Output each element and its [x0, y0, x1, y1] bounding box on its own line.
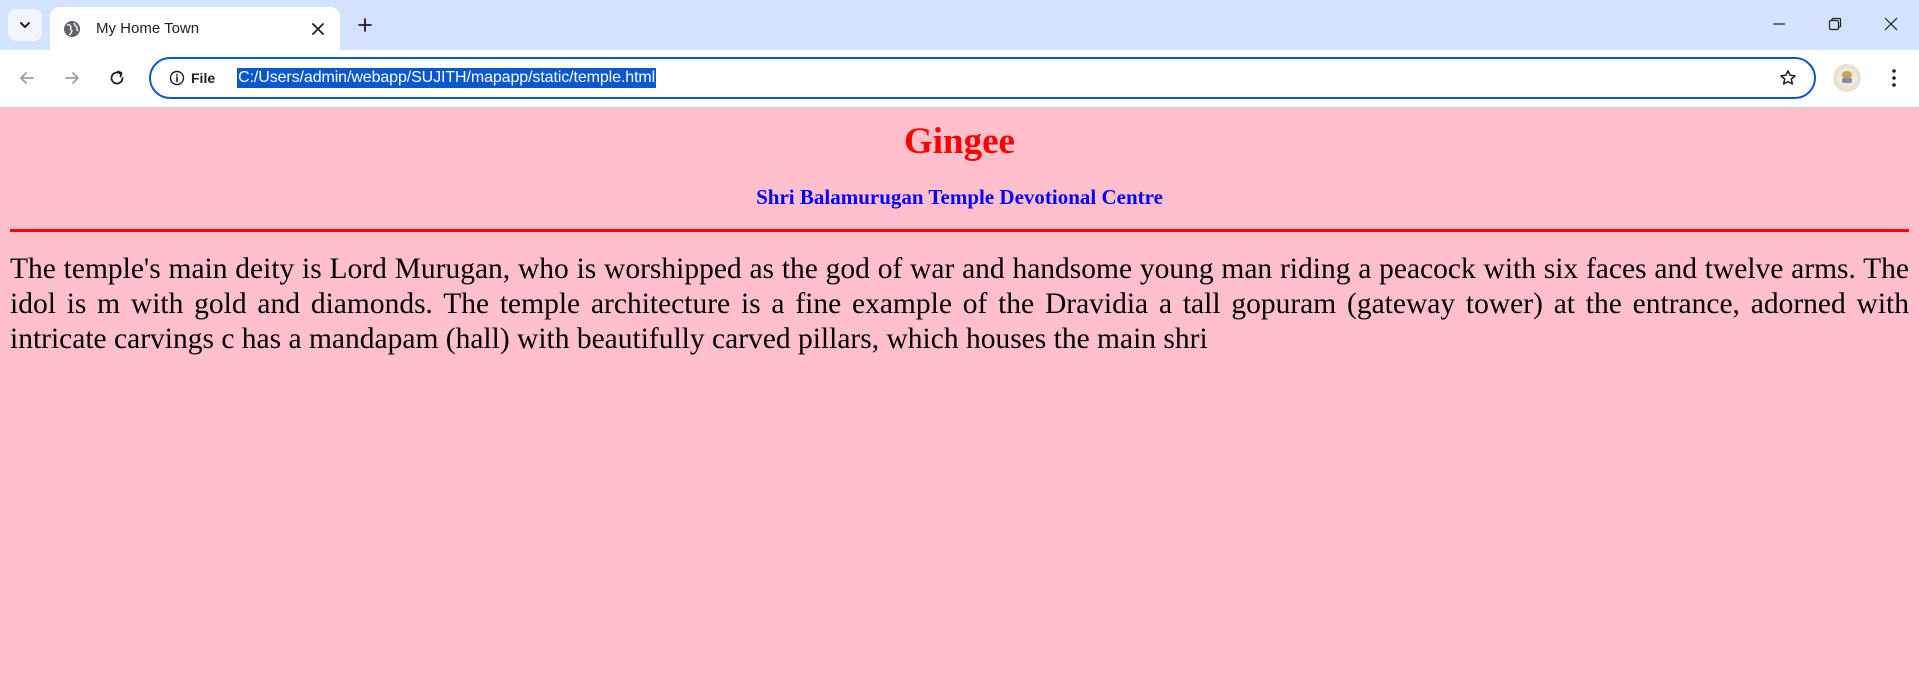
new-tab-button[interactable]: [352, 12, 378, 38]
reload-button[interactable]: [100, 61, 134, 95]
chevron-down-icon: [20, 22, 30, 28]
page-subtitle: Shri Balamurugan Temple Devotional Centr…: [756, 185, 1163, 209]
url-text[interactable]: C:/Users/admin/webapp/SUJITH/mapapp/stat…: [237, 68, 657, 88]
restore-button[interactable]: [1807, 0, 1863, 48]
page-body-text: The temple's main deity is Lord Murugan,…: [10, 253, 1909, 355]
site-info-button[interactable]: File: [163, 64, 221, 92]
address-bar[interactable]: File C:/Users/admin/webapp/SUJITH/mapapp…: [149, 57, 1816, 99]
globe-icon: [62, 19, 82, 39]
more-vert-icon: [1892, 69, 1896, 87]
arrow-left-icon: [20, 72, 34, 84]
avatar-icon: [1837, 68, 1857, 88]
arrow-right-icon: [65, 72, 79, 84]
tab-active[interactable]: My Home Town: [50, 7, 340, 50]
browser-toolbar: File C:/Users/admin/webapp/SUJITH/mapapp…: [0, 50, 1919, 108]
tab-strip: My Home Town: [0, 0, 1919, 50]
info-icon: [169, 70, 185, 86]
back-button[interactable]: [10, 61, 44, 95]
bookmark-button[interactable]: [1776, 66, 1800, 90]
restore-icon: [1828, 17, 1842, 31]
close-icon[interactable]: [306, 17, 330, 41]
site-info-label: File: [191, 70, 216, 86]
menu-button[interactable]: [1880, 64, 1908, 92]
close-icon: [1884, 17, 1898, 31]
window-controls: [1751, 0, 1919, 48]
plus-icon: [358, 18, 372, 32]
star-icon: [1780, 70, 1796, 85]
page-content: Gingee Shri Balamurugan Temple Devotiona…: [0, 108, 1919, 700]
minimize-button[interactable]: [1751, 0, 1807, 48]
browser-window: My Home Town File C:/Users/admin/webapp/…: [0, 0, 1919, 700]
profile-avatar[interactable]: [1833, 64, 1861, 92]
divider: [10, 229, 1909, 232]
forward-button[interactable]: [55, 61, 89, 95]
reload-icon: [110, 70, 124, 85]
close-window-button[interactable]: [1863, 0, 1919, 48]
tab-search-button[interactable]: [8, 9, 42, 41]
page-title: Gingee: [904, 121, 1015, 162]
tab-title: My Home Town: [96, 20, 200, 37]
minimize-icon: [1773, 23, 1785, 25]
